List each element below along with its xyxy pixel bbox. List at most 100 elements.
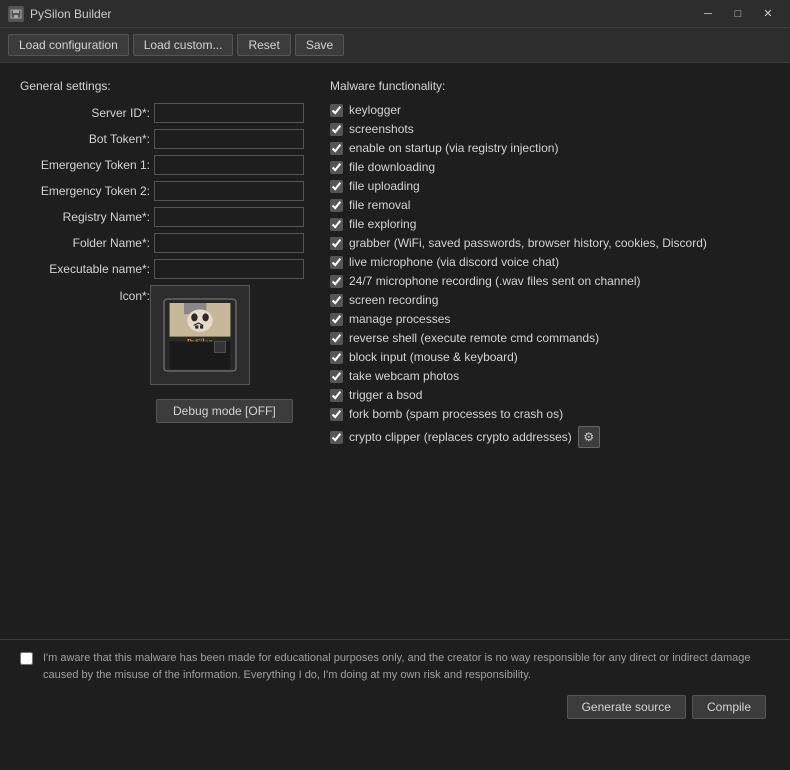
emergency-token-1-row: Emergency Token 1: [20, 155, 310, 175]
folder-name-input[interactable] [154, 233, 304, 253]
manage-processes-row: manage processes [330, 312, 770, 326]
registry-name-row: Registry Name*: [20, 207, 310, 227]
right-panel: Malware functionality: keylogger screens… [330, 79, 770, 623]
file-downloading-checkbox[interactable] [330, 161, 343, 174]
server-id-input[interactable] [154, 103, 304, 123]
block-input-row: block input (mouse & keyboard) [330, 350, 770, 364]
file-removal-checkbox[interactable] [330, 199, 343, 212]
reset-button[interactable]: Reset [237, 34, 290, 56]
microphone-recording-checkbox[interactable] [330, 275, 343, 288]
generate-source-button[interactable]: Generate source [567, 695, 686, 719]
executable-name-label: Executable name*: [20, 262, 150, 276]
app-title: PySilon Builder [30, 7, 111, 21]
general-settings-title: General settings: [20, 79, 310, 93]
footer-buttons: Generate source Compile [20, 695, 770, 719]
title-bar-left: PySilon Builder [8, 6, 111, 22]
folder-name-label: Folder Name*: [20, 236, 150, 250]
file-uploading-label: file uploading [349, 179, 420, 193]
save-button[interactable]: Save [295, 34, 344, 56]
compile-button[interactable]: Compile [692, 695, 766, 719]
server-id-label: Server ID*: [20, 106, 150, 120]
bottom-section: I'm aware that this malware has been mad… [0, 639, 790, 729]
emergency-token-2-row: Emergency Token 2: [20, 181, 310, 201]
folder-name-row: Folder Name*: [20, 233, 310, 253]
reverse-shell-checkbox[interactable] [330, 332, 343, 345]
manage-processes-checkbox[interactable] [330, 313, 343, 326]
manage-processes-label: manage processes [349, 312, 450, 326]
fork-bomb-label: fork bomb (spam processes to crash os) [349, 407, 563, 421]
emergency-token-2-input[interactable] [154, 181, 304, 201]
keylogger-row: keylogger [330, 103, 770, 117]
disclaimer-row: I'm aware that this malware has been mad… [20, 650, 770, 683]
screen-recording-checkbox[interactable] [330, 294, 343, 307]
crypto-clipper-row: crypto clipper (replaces crypto addresse… [330, 426, 770, 448]
icon-preview[interactable]: PySilon [150, 285, 250, 385]
live-microphone-checkbox[interactable] [330, 256, 343, 269]
grabber-row: grabber (WiFi, saved passwords, browser … [330, 236, 770, 250]
server-id-row: Server ID*: [20, 103, 310, 123]
icon-field-label: Icon*: [20, 289, 150, 303]
bot-token-label: Bot Token*: [20, 132, 150, 146]
screen-recording-label: screen recording [349, 293, 438, 307]
file-uploading-checkbox[interactable] [330, 180, 343, 193]
microphone-recording-row: 24/7 microphone recording (.wav files se… [330, 274, 770, 288]
webcam-photos-row: take webcam photos [330, 369, 770, 383]
minimize-button[interactable]: ─ [694, 4, 722, 24]
live-microphone-row: live microphone (via discord voice chat) [330, 255, 770, 269]
floppy-disk-icon: PySilon [160, 295, 240, 375]
grabber-label: grabber (WiFi, saved passwords, browser … [349, 236, 707, 250]
file-removal-label: file removal [349, 198, 410, 212]
executable-name-row: Executable name*: [20, 259, 310, 279]
debug-mode-button[interactable]: Debug mode [OFF] [156, 399, 293, 423]
title-bar: PySilon Builder ─ □ ✕ [0, 0, 790, 28]
crypto-clipper-checkbox[interactable] [330, 431, 343, 444]
app-icon [8, 6, 24, 22]
startup-checkbox[interactable] [330, 142, 343, 155]
file-exploring-row: file exploring [330, 217, 770, 231]
bot-token-input[interactable] [154, 129, 304, 149]
fork-bomb-checkbox[interactable] [330, 408, 343, 421]
bsod-label: trigger a bsod [349, 388, 422, 402]
toolbar: Load configuration Load custom... Reset … [0, 28, 790, 63]
disclaimer-checkbox[interactable] [20, 652, 33, 665]
left-panel: General settings: Server ID*: Bot Token*… [20, 79, 310, 623]
screenshots-row: screenshots [330, 122, 770, 136]
file-downloading-label: file downloading [349, 160, 435, 174]
malware-functionality-title: Malware functionality: [330, 79, 770, 93]
registry-name-label: Registry Name*: [20, 210, 150, 224]
registry-name-input[interactable] [154, 207, 304, 227]
file-uploading-row: file uploading [330, 179, 770, 193]
bsod-checkbox[interactable] [330, 389, 343, 402]
emergency-token-2-label: Emergency Token 2: [20, 184, 150, 198]
bot-token-row: Bot Token*: [20, 129, 310, 149]
emergency-token-1-label: Emergency Token 1: [20, 158, 150, 172]
screen-recording-row: screen recording [330, 293, 770, 307]
startup-label: enable on startup (via registry injectio… [349, 141, 558, 155]
screenshots-label: screenshots [349, 122, 414, 136]
block-input-checkbox[interactable] [330, 351, 343, 364]
fork-bomb-row: fork bomb (spam processes to crash os) [330, 407, 770, 421]
keylogger-checkbox[interactable] [330, 104, 343, 117]
file-exploring-label: file exploring [349, 217, 416, 231]
executable-name-input[interactable] [154, 259, 304, 279]
emergency-token-1-input[interactable] [154, 155, 304, 175]
grabber-checkbox[interactable] [330, 237, 343, 250]
webcam-photos-label: take webcam photos [349, 369, 459, 383]
webcam-photos-checkbox[interactable] [330, 370, 343, 383]
load-custom-button[interactable]: Load custom... [133, 34, 234, 56]
reverse-shell-label: reverse shell (execute remote cmd comman… [349, 331, 599, 345]
icon-row: Icon*: PySi [20, 285, 310, 385]
reverse-shell-row: reverse shell (execute remote cmd comman… [330, 331, 770, 345]
main-content: General settings: Server ID*: Bot Token*… [0, 63, 790, 639]
maximize-button[interactable]: □ [724, 4, 752, 24]
startup-row: enable on startup (via registry injectio… [330, 141, 770, 155]
file-exploring-checkbox[interactable] [330, 218, 343, 231]
screenshots-checkbox[interactable] [330, 123, 343, 136]
disclaimer-text: I'm aware that this malware has been mad… [43, 650, 770, 683]
crypto-clipper-settings-button[interactable]: ⚙ [578, 426, 600, 448]
keylogger-label: keylogger [349, 103, 401, 117]
file-downloading-row: file downloading [330, 160, 770, 174]
close-button[interactable]: ✕ [754, 4, 782, 24]
microphone-recording-label: 24/7 microphone recording (.wav files se… [349, 274, 641, 288]
load-config-button[interactable]: Load configuration [8, 34, 129, 56]
